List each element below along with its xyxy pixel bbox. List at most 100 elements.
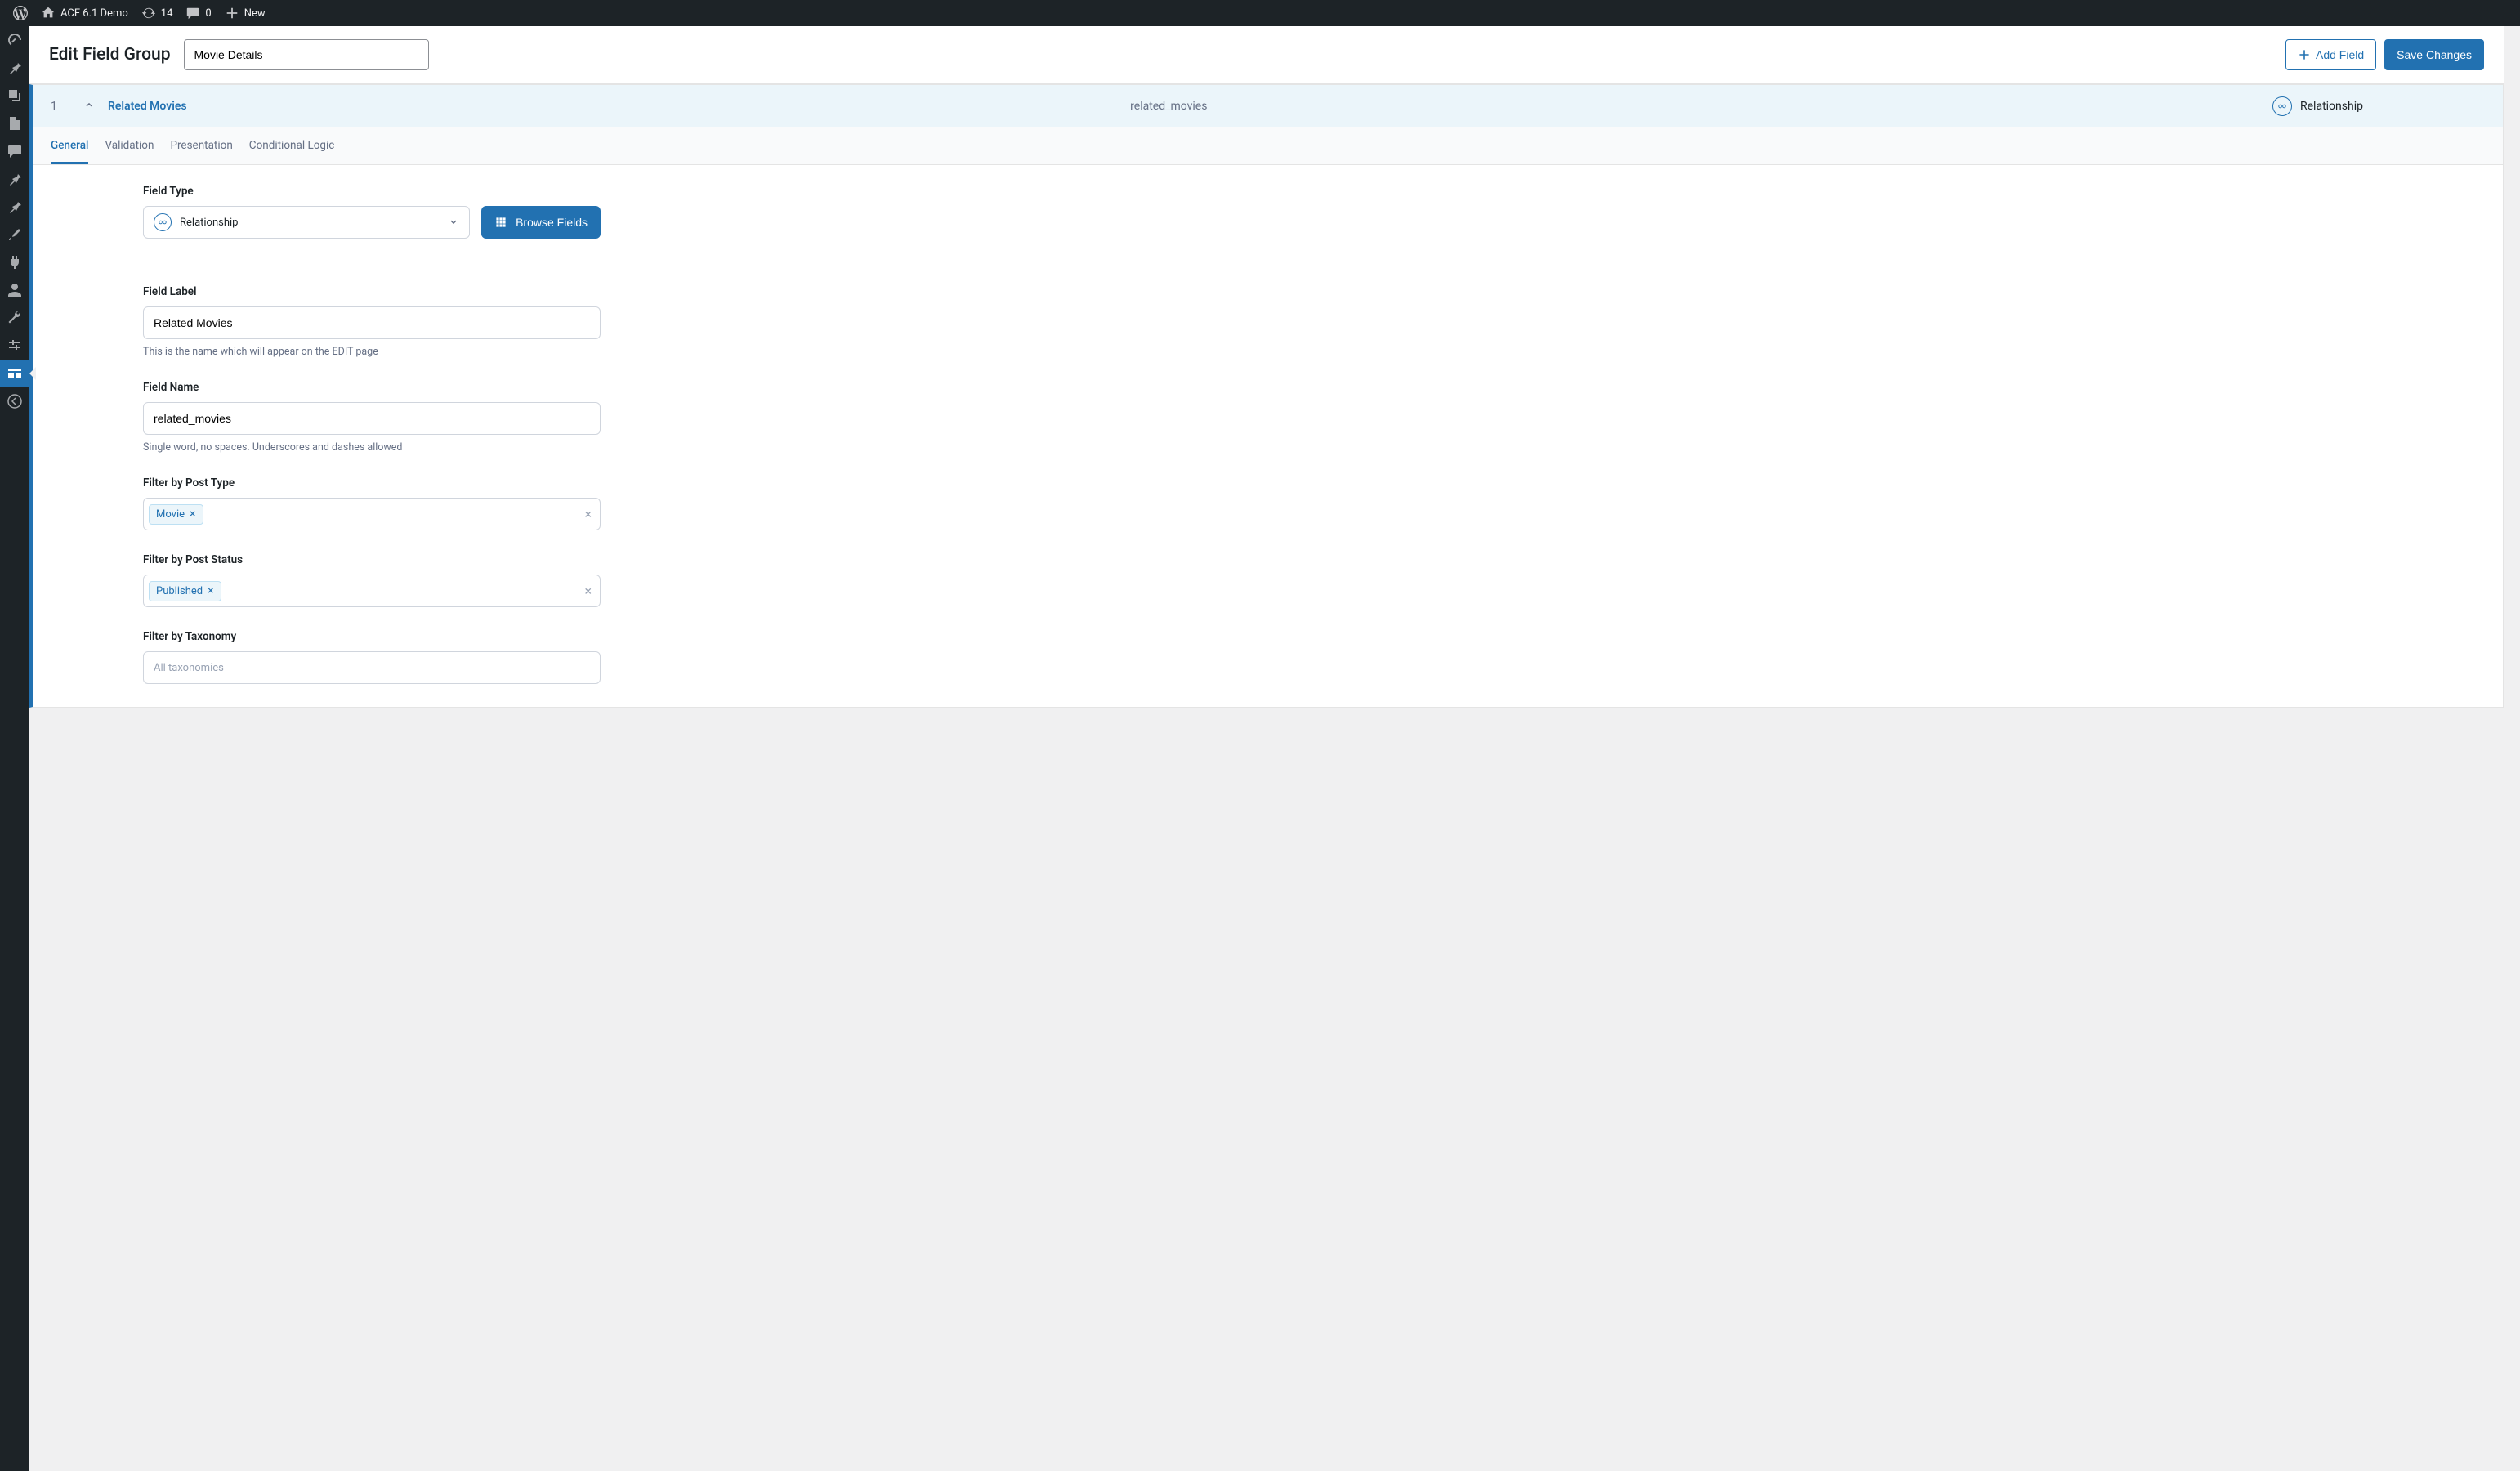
admin-bar: ACF 6.1 Demo 14 0 New (0, 0, 2520, 26)
filter-taxonomy-input[interactable]: All taxonomies (143, 651, 601, 684)
tab-validation[interactable]: Validation (105, 127, 154, 164)
comment-icon (7, 143, 23, 159)
nav-acf[interactable] (0, 360, 29, 387)
adminbar-updates[interactable]: 14 (135, 0, 180, 26)
collapse-icon (7, 393, 23, 409)
relationship-type-icon (2272, 96, 2292, 116)
field-name-help: Single word, no spaces. Underscores and … (143, 441, 601, 454)
field-tabs: General Validation Presentation Conditio… (33, 127, 2503, 165)
tag-published-remove[interactable]: × (208, 585, 213, 597)
field-collapse-toggle[interactable] (75, 99, 103, 114)
pin-icon (7, 171, 23, 187)
nav-tools[interactable] (0, 304, 29, 332)
nav-dashboard[interactable] (0, 26, 29, 54)
page-header: Edit Field Group Add Field Save Changes (29, 26, 2504, 84)
field-type-select[interactable]: Relationship (143, 206, 470, 239)
filter-post-type-label: Filter by Post Type (143, 476, 601, 490)
tag-published-label: Published (156, 585, 203, 597)
field-type-value: Relationship (180, 217, 238, 229)
nav-users[interactable] (0, 276, 29, 304)
page-icon (7, 115, 23, 132)
tag-movie-remove[interactable]: × (190, 508, 195, 520)
nav-appearance[interactable] (0, 221, 29, 248)
chevron-down-icon (448, 217, 459, 228)
add-field-button[interactable]: Add Field (2285, 39, 2376, 70)
acf-icon (7, 365, 23, 382)
grid-icon (494, 216, 507, 229)
adminbar-site-name: ACF 6.1 Demo (60, 7, 128, 20)
user-icon (7, 282, 23, 298)
adminbar-comments[interactable]: 0 (179, 0, 217, 26)
filter-post-status-input[interactable]: Published × × (143, 575, 601, 607)
wp-logo[interactable] (7, 0, 34, 26)
add-field-label: Add Field (2316, 48, 2364, 61)
comment-icon (185, 6, 200, 20)
refresh-icon (141, 6, 156, 20)
filter-post-status-clear[interactable]: × (584, 583, 592, 599)
admin-sidebar (0, 26, 29, 1471)
field-type-display: Relationship (2272, 96, 2485, 116)
relationship-icon (2277, 101, 2287, 111)
nav-pages[interactable] (0, 110, 29, 137)
setting-filter-post-type: Filter by Post Type Movie × × (143, 476, 601, 530)
tag-published: Published × (149, 581, 221, 601)
tab-general[interactable]: General (51, 127, 88, 164)
tag-movie: Movie × (149, 504, 203, 525)
adminbar-comments-count: 0 (205, 7, 211, 20)
field-label-help: This is the name which will appear on th… (143, 346, 601, 358)
field-name-label: Field Name (143, 381, 601, 394)
setting-field-label: Field Label This is the name which will … (143, 285, 601, 358)
nav-settings[interactable] (0, 332, 29, 360)
dashboard-icon (7, 32, 23, 48)
page-title: Edit Field Group (49, 45, 171, 65)
tab-conditional-logic[interactable]: Conditional Logic (249, 127, 335, 164)
filter-taxonomy-placeholder: All taxonomies (154, 662, 224, 674)
nav-plugins[interactable] (0, 248, 29, 276)
filter-taxonomy-label: Filter by Taxonomy (143, 630, 601, 643)
chevron-up-icon (83, 99, 95, 110)
setting-filter-taxonomy: Filter by Taxonomy All taxonomies (143, 630, 601, 684)
setting-filter-post-status: Filter by Post Status Published × × (143, 553, 601, 607)
plus-icon (2298, 48, 2311, 61)
field-order: 1 (51, 100, 75, 113)
media-icon (7, 87, 23, 104)
pin-icon (7, 199, 23, 215)
field-row-header[interactable]: 1 Related Movies related_movies Relation… (33, 85, 2503, 127)
adminbar-new[interactable]: New (218, 0, 272, 26)
field-card: 1 Related Movies related_movies Relation… (29, 84, 2504, 708)
wordpress-icon (13, 6, 28, 20)
field-type-label: Field Type (143, 185, 601, 198)
nav-cpt-2[interactable] (0, 193, 29, 221)
wrench-icon (7, 310, 23, 326)
field-group-title-input[interactable] (184, 39, 429, 70)
field-label-link[interactable]: Related Movies (108, 100, 1130, 113)
tab-presentation[interactable]: Presentation (170, 127, 232, 164)
field-label-input[interactable] (143, 306, 601, 339)
setting-field-name: Field Name Single word, no spaces. Under… (143, 381, 601, 454)
field-key: related_movies (1130, 100, 2272, 113)
relationship-icon (154, 213, 172, 231)
adminbar-new-label: New (244, 7, 266, 20)
brush-icon (7, 226, 23, 243)
save-changes-button[interactable]: Save Changes (2384, 39, 2484, 70)
plus-icon (225, 6, 239, 20)
nav-media[interactable] (0, 82, 29, 110)
plug-icon (7, 254, 23, 271)
content-area: Edit Field Group Add Field Save Changes … (29, 26, 2520, 1471)
nav-posts[interactable] (0, 54, 29, 82)
nav-comments[interactable] (0, 137, 29, 165)
adminbar-updates-count: 14 (161, 7, 173, 20)
pin-icon (7, 60, 23, 76)
nav-collapse[interactable] (0, 387, 29, 415)
home-icon (41, 6, 56, 20)
filter-post-type-clear[interactable]: × (584, 507, 592, 522)
filter-post-status-label: Filter by Post Status (143, 553, 601, 566)
adminbar-site[interactable]: ACF 6.1 Demo (34, 0, 135, 26)
field-label-label: Field Label (143, 285, 601, 298)
tag-movie-label: Movie (156, 508, 185, 521)
browse-fields-button[interactable]: Browse Fields (481, 206, 601, 239)
field-type-label: Relationship (2300, 100, 2363, 113)
filter-post-type-input[interactable]: Movie × × (143, 498, 601, 530)
nav-cpt-1[interactable] (0, 165, 29, 193)
field-name-input[interactable] (143, 402, 601, 435)
